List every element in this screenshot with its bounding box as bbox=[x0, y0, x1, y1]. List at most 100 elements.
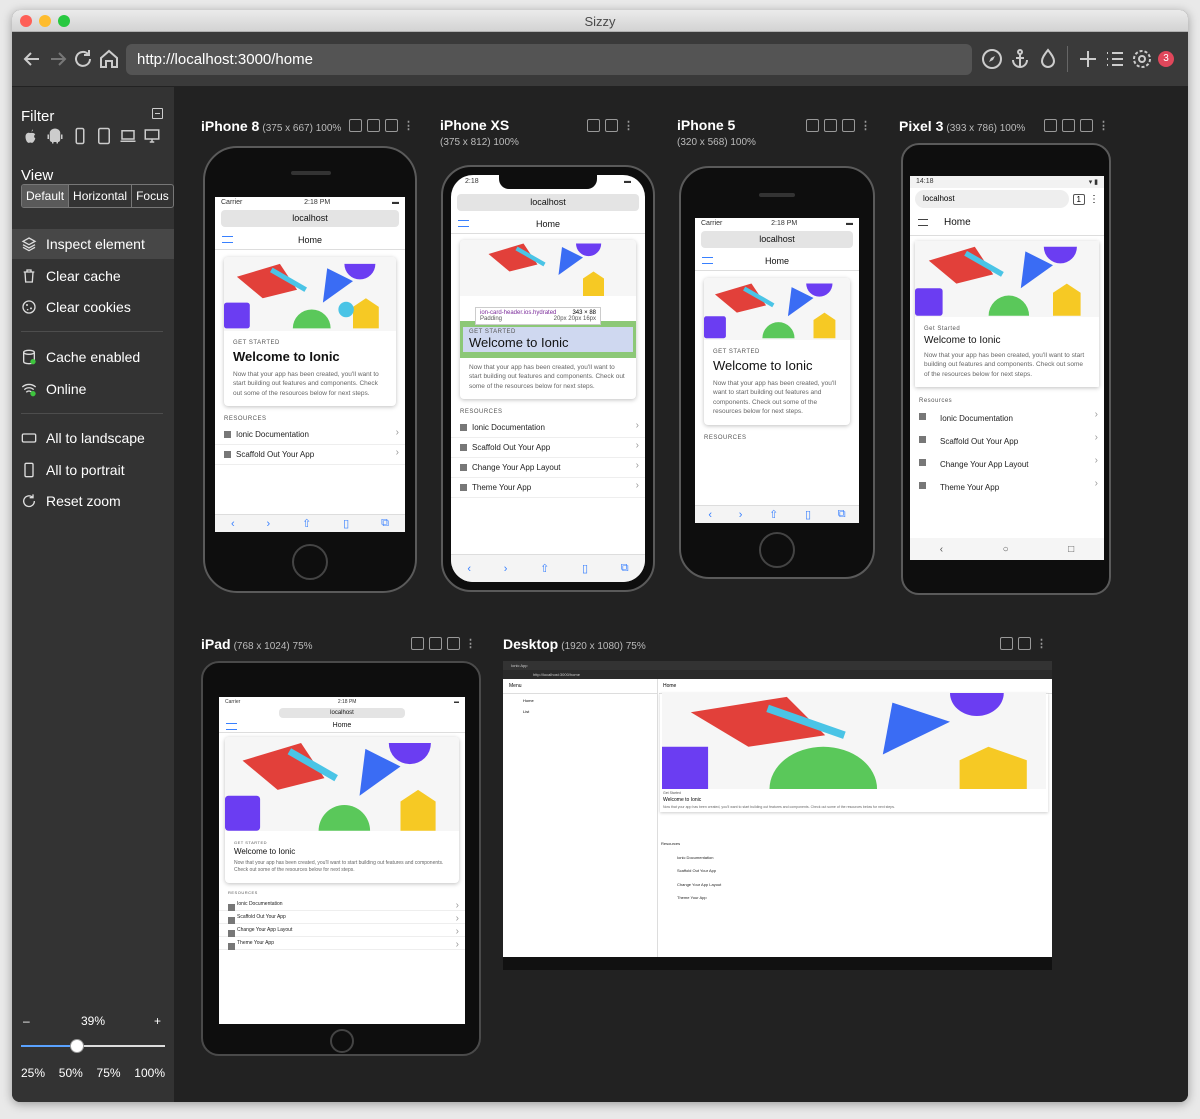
camera-icon[interactable] bbox=[1018, 637, 1031, 650]
phone-icon[interactable] bbox=[71, 127, 89, 145]
address-bar[interactable]: localhost bbox=[279, 708, 405, 718]
forward-icon[interactable] bbox=[46, 47, 70, 71]
android-icon[interactable] bbox=[46, 127, 64, 145]
list-item[interactable]: Theme Your App bbox=[451, 478, 645, 499]
list-item[interactable]: Scaffold Out Your App bbox=[910, 430, 1104, 453]
menu-icon[interactable] bbox=[458, 220, 469, 227]
notification-badge[interactable]: 3 bbox=[1158, 51, 1174, 67]
camera-icon[interactable] bbox=[385, 119, 398, 132]
menu-icon[interactable] bbox=[226, 723, 237, 730]
tab-count[interactable]: 1 bbox=[1072, 193, 1085, 205]
sidebar-item-online[interactable]: Online bbox=[12, 374, 174, 404]
list-item[interactable]: Scaffold Out Your App bbox=[215, 445, 405, 466]
rotate-icon[interactable] bbox=[1044, 119, 1057, 132]
chrome-address-bar[interactable]: localhost bbox=[915, 190, 1069, 208]
reload-icon[interactable] bbox=[1000, 637, 1013, 650]
list-item[interactable]: Scaffold Out Your App bbox=[219, 911, 465, 924]
gear-icon[interactable] bbox=[1130, 47, 1154, 71]
device-screen[interactable]: 2:18 ▬ localhost Home ion-card-header.ios… bbox=[451, 175, 645, 582]
collapse-icon[interactable] bbox=[152, 108, 163, 119]
more-icon[interactable]: ⋮ bbox=[623, 119, 634, 132]
reload-icon[interactable] bbox=[429, 637, 442, 650]
camera-icon[interactable] bbox=[447, 637, 460, 650]
more-icon[interactable]: ⋮ bbox=[465, 637, 476, 650]
drop-icon[interactable] bbox=[1036, 47, 1060, 71]
menu-icon[interactable] bbox=[702, 257, 713, 264]
desktop-url[interactable]: http://localhost:3000/home bbox=[503, 670, 1052, 679]
sidebar-item-cache-enabled[interactable]: Cache enabled bbox=[12, 342, 174, 372]
zoom-out-button[interactable]: – bbox=[23, 1014, 30, 1028]
device-screen[interactable]: 14:18 ▾ ▮ localhost 1 ⋮ Home Get Started … bbox=[910, 176, 1104, 560]
reload-icon[interactable] bbox=[367, 119, 380, 132]
rotate-icon[interactable] bbox=[806, 119, 819, 132]
url-input[interactable]: http://localhost:3000/home bbox=[126, 44, 972, 75]
camera-icon[interactable] bbox=[842, 119, 855, 132]
list-item[interactable]: Theme Your App bbox=[219, 937, 465, 950]
device-screen[interactable]: Carrier 2:18 PM ▬ localhost Home GET START… bbox=[695, 218, 859, 523]
recents-icon[interactable]: □ bbox=[1068, 544, 1074, 555]
rotate-icon[interactable] bbox=[411, 637, 424, 650]
view-mode-default[interactable]: Default bbox=[22, 185, 70, 207]
menu-item[interactable]: Home bbox=[503, 694, 657, 707]
tablet-icon[interactable] bbox=[95, 127, 113, 145]
more-icon[interactable]: ⋮ bbox=[860, 119, 871, 132]
sidebar-item-clear-cache[interactable]: Clear cache bbox=[12, 261, 174, 291]
menu-item[interactable]: List bbox=[503, 707, 657, 716]
list-item[interactable]: Change Your App Layout bbox=[219, 924, 465, 937]
back-icon[interactable]: ‹ bbox=[940, 544, 943, 555]
list-item[interactable]: Ionic Documentation bbox=[661, 851, 721, 865]
list-item[interactable]: Theme Your App bbox=[910, 476, 1104, 499]
list-item[interactable]: Scaffold Out Your App bbox=[451, 438, 645, 459]
home-button[interactable] bbox=[330, 1029, 354, 1053]
sidebar-item-inspect-element[interactable]: Inspect element bbox=[12, 229, 174, 259]
home-button[interactable] bbox=[759, 532, 795, 568]
menu-icon[interactable] bbox=[918, 219, 928, 226]
view-mode-horizontal[interactable]: Horizontal bbox=[69, 185, 133, 207]
address-bar[interactable]: localhost bbox=[457, 194, 639, 211]
zoom-preset-25[interactable]: 25% bbox=[21, 1066, 45, 1080]
list-item[interactable]: Scaffold Out Your App bbox=[661, 864, 721, 878]
menu-icon[interactable] bbox=[222, 236, 233, 243]
list-item[interactable]: Theme Your App bbox=[661, 891, 721, 905]
anchor-icon[interactable] bbox=[1008, 47, 1032, 71]
home-button[interactable] bbox=[292, 544, 328, 580]
zoom-preset-75[interactable]: 75% bbox=[97, 1066, 121, 1080]
address-bar[interactable]: localhost bbox=[701, 231, 853, 248]
more-icon[interactable]: ⋮ bbox=[1098, 119, 1109, 132]
zoom-slider-handle[interactable] bbox=[70, 1039, 85, 1053]
address-bar[interactable]: localhost bbox=[221, 210, 399, 227]
reload-icon[interactable] bbox=[1062, 119, 1075, 132]
list-item[interactable]: Change Your App Layout bbox=[910, 453, 1104, 476]
more-icon[interactable]: ⋮ bbox=[1036, 637, 1047, 650]
reload-icon[interactable] bbox=[824, 119, 837, 132]
list-item[interactable]: Ionic Documentation bbox=[219, 898, 465, 911]
list-item[interactable]: Change Your App Layout bbox=[661, 878, 721, 892]
list-item[interactable]: Ionic Documentation bbox=[215, 425, 405, 446]
sidebar-item-all-to-landscape[interactable]: All to landscape bbox=[12, 423, 174, 453]
zoom-preset-50[interactable]: 50% bbox=[59, 1066, 83, 1080]
zoom-in-button[interactable]: + bbox=[154, 1014, 161, 1028]
desktop-tab[interactable]: Ionic App bbox=[503, 661, 1052, 670]
more-icon[interactable]: ⋮ bbox=[1089, 194, 1099, 205]
reload-icon[interactable] bbox=[71, 47, 95, 71]
list-item[interactable]: Change Your App Layout bbox=[451, 458, 645, 479]
rotate-icon[interactable] bbox=[349, 119, 362, 132]
home-icon[interactable]: ○ bbox=[1003, 544, 1009, 555]
list-item[interactable]: Ionic Documentation bbox=[910, 407, 1104, 430]
home-icon[interactable] bbox=[97, 47, 121, 71]
sidebar-item-reset-zoom[interactable]: Reset zoom bbox=[12, 486, 174, 516]
device-screen[interactable]: Carrier 2:18 PM ▬ localhost Home GET START… bbox=[215, 197, 405, 532]
laptop-icon[interactable] bbox=[119, 127, 137, 145]
add-icon[interactable] bbox=[1076, 47, 1100, 71]
list-item[interactable]: Ionic Documentation bbox=[451, 418, 645, 439]
back-icon[interactable] bbox=[20, 47, 44, 71]
device-screen[interactable]: Menu Home List Home Get Started Welcome … bbox=[503, 679, 1052, 957]
sidebar-item-clear-cookies[interactable]: Clear cookies bbox=[12, 292, 174, 322]
device-screen[interactable]: Carrier 2:18 PM ▬ localhost Home GET START… bbox=[219, 697, 465, 1024]
rotate-icon[interactable] bbox=[587, 119, 600, 132]
apple-icon[interactable] bbox=[21, 127, 39, 145]
camera-icon[interactable] bbox=[605, 119, 618, 132]
zoom-slider[interactable] bbox=[21, 1034, 165, 1058]
compass-icon[interactable] bbox=[980, 47, 1004, 71]
more-icon[interactable]: ⋮ bbox=[403, 119, 414, 132]
